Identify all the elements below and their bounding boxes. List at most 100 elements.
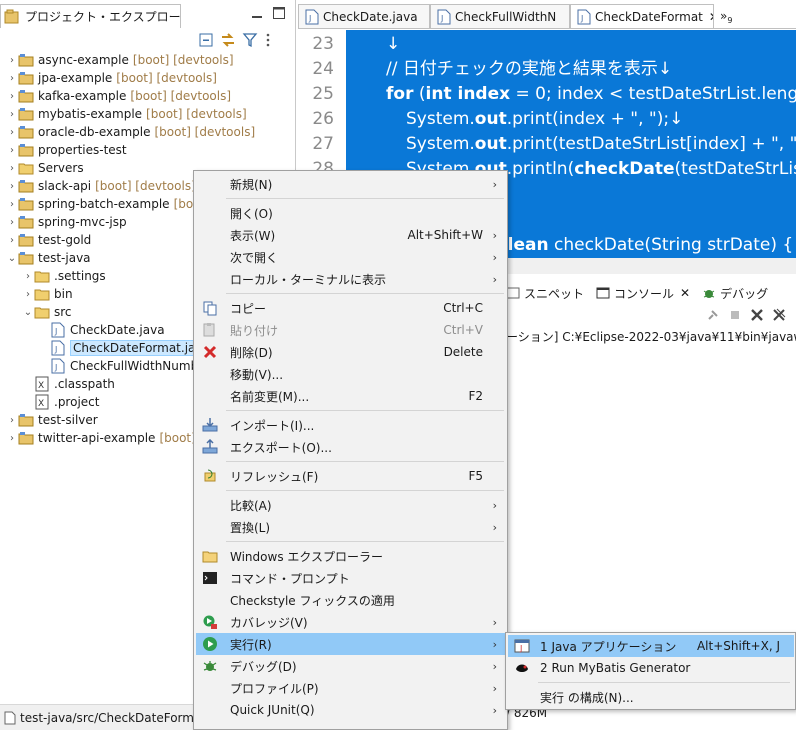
chevron-right-icon: › [492, 177, 497, 191]
tab-checkdateformat[interactable]: J CheckDateFormat ✕ [570, 4, 714, 28]
menu-item-5[interactable]: ローカル・ターミナルに表示 › [196, 268, 505, 290]
terminate-icon[interactable] [728, 308, 742, 322]
link-with-editor-icon[interactable] [220, 32, 236, 48]
menu-item-label: 削除(D) [230, 345, 273, 360]
menu-item-26[interactable]: デバッグ(D) › [196, 655, 505, 677]
tree-item[interactable]: › jpa-example [boot] [devtools] [0, 69, 296, 87]
menu-item-24[interactable]: カバレッジ(V) › [196, 611, 505, 633]
run-submenu-item-3[interactable]: 実行 の構成(N)... [508, 686, 794, 708]
debug-icon [196, 655, 224, 677]
menu-item-label: Quick JUnit(Q) [230, 703, 315, 717]
menu-item-9[interactable]: 削除(D) Delete [196, 341, 505, 363]
collapse-all-icon[interactable] [198, 32, 214, 48]
chevron-right-icon[interactable]: › [6, 55, 18, 66]
tree-item-label: oracle-db-example [38, 125, 151, 139]
menu-separator [226, 541, 504, 542]
editor-tabs: J CheckDate.java J CheckFullWidthN J Che… [298, 4, 796, 28]
remove-launch-icon[interactable] [750, 308, 764, 322]
menu-item-label: 移動(V)... [230, 367, 284, 382]
chevron-right-icon[interactable]: › [6, 415, 18, 426]
pin-icon[interactable] [706, 308, 720, 322]
menu-item-label: エクスポート(O)... [230, 440, 332, 455]
run-submenu-item-0[interactable]: J 1 Java アプリケーション Alt+Shift+X, J [508, 635, 794, 657]
run-submenu-item-1[interactable]: 2 Run MyBatis Generator [508, 657, 794, 679]
svg-text:J: J [308, 14, 311, 23]
chevron-right-icon[interactable]: › [6, 235, 18, 246]
tree-item-label: bin [54, 287, 73, 301]
menu-item-label: リフレッシュ(F) [230, 469, 319, 484]
tree-item[interactable]: › kafka-example [boot] [devtools] [0, 87, 296, 105]
menu-item-11[interactable]: 名前変更(M)... F2 [196, 385, 505, 407]
menu-item-19[interactable]: 置換(L) › [196, 516, 505, 538]
menu-item-14[interactable]: エクスポート(O)... [196, 436, 505, 458]
code-line: ↓ [386, 32, 400, 56]
menu-item-28[interactable]: Quick JUnit(Q) › [196, 699, 505, 721]
menu-item-4[interactable]: 次で開く › [196, 246, 505, 268]
console-icon [596, 286, 610, 300]
tree-item[interactable]: › mybatis-example [boot] [devtools] [0, 105, 296, 123]
menu-item-13[interactable]: インポート(I)... [196, 414, 505, 436]
maximize-icon[interactable] [272, 6, 286, 20]
menu-item-3[interactable]: 表示(W) Alt+Shift+W › [196, 224, 505, 246]
menu-item-label: プロファイル(P) [230, 681, 319, 696]
menu-item-23[interactable]: Checkstyle フィックスの適用 [196, 589, 505, 611]
tree-item[interactable]: › oracle-db-example [boot] [devtools] [0, 123, 296, 141]
xml-file-icon: X [34, 376, 50, 392]
chevron-right-icon[interactable]: › [6, 181, 18, 192]
menu-item-18[interactable]: 比較(A) › [196, 494, 505, 516]
menu-item-label: 1 Java アプリケーション [540, 639, 677, 654]
chevron-right-icon[interactable]: › [6, 433, 18, 444]
code-text: ( [413, 84, 426, 104]
chevron-right-icon[interactable]: › [6, 109, 18, 120]
filter-icon[interactable] [242, 32, 258, 48]
chevron-right-icon[interactable]: › [6, 163, 18, 174]
svg-text:X: X [38, 399, 44, 409]
tab-console[interactable]: コンソール ✕ [596, 285, 690, 302]
chevron-right-icon[interactable]: › [6, 73, 18, 84]
menu-item-2[interactable]: 開く(O) [196, 202, 505, 224]
tree-item[interactable]: › async-example [boot] [devtools] [0, 51, 296, 69]
tab-checkdate[interactable]: J CheckDate.java [298, 4, 430, 28]
view-menu-icon[interactable] [264, 32, 272, 48]
code-line: // 日付チェックの実施と結果を表示↓ [386, 57, 672, 81]
minimize-icon[interactable] [250, 6, 264, 20]
remove-all-icon[interactable] [772, 308, 786, 322]
tree-item-label: .settings [54, 269, 106, 283]
tree-item-label: twitter-api-example [38, 431, 156, 445]
project-folder-icon [18, 142, 34, 158]
chevron-right-icon[interactable]: › [6, 199, 18, 210]
chevron-right-icon[interactable]: › [6, 217, 18, 228]
chevron-right-icon[interactable]: › [6, 145, 18, 156]
menu-item-shortcut: F5 [468, 469, 483, 483]
menu-item-22[interactable]: コマンド・プロンプト [196, 567, 505, 589]
code-line: System.out.print(index + ", ");↓ [406, 107, 683, 131]
menu-item-0[interactable]: 新規(N) › [196, 173, 505, 195]
menu-item-25[interactable]: 実行(R) › [196, 633, 505, 655]
menu-item-27[interactable]: プロファイル(P) › [196, 677, 505, 699]
tab-snippets[interactable]: スニペット [506, 285, 584, 302]
tree-item[interactable]: › properties-test [0, 141, 296, 159]
chevron-right-icon[interactable]: › [22, 289, 34, 300]
chevron-down-icon[interactable]: ⌄ [22, 307, 34, 318]
tab-checkfullwidth[interactable]: J CheckFullWidthN [430, 4, 570, 28]
menu-item-10[interactable]: 移動(V)... [196, 363, 505, 385]
menu-item-7[interactable]: コピー Ctrl+C [196, 297, 505, 319]
project-explorer-tab[interactable]: プロジェクト・エクスプローラー ✕ [0, 4, 181, 28]
run-submenu: J 1 Java アプリケーション Alt+Shift+X, J 2 Run MyBa… [505, 632, 796, 710]
menu-item-16[interactable]: リフレッシュ(F) F5 [196, 465, 505, 487]
menu-item-label: ローカル・ターミナルに表示 [230, 272, 387, 287]
tab-overflow-button[interactable]: » 9 [714, 4, 754, 28]
chevron-down-icon[interactable]: ⌄ [6, 253, 18, 264]
tab-debug[interactable]: デバッグ [702, 285, 768, 302]
tree-item-label: test-silver [38, 413, 98, 427]
menu-item-21[interactable]: Windows エクスプローラー [196, 545, 505, 567]
menu-item-label: 次で開く [230, 250, 279, 265]
chevron-right-icon[interactable]: › [22, 271, 34, 282]
chevron-right-icon[interactable]: › [6, 91, 18, 102]
menu-item-label: Windows エクスプローラー [230, 549, 384, 564]
close-icon[interactable]: ✕ [680, 286, 690, 300]
chevron-right-icon[interactable]: › [6, 127, 18, 138]
menu-item-label: 新規(N) [230, 177, 273, 192]
project-folder-icon [18, 232, 34, 248]
import-icon [196, 414, 224, 436]
